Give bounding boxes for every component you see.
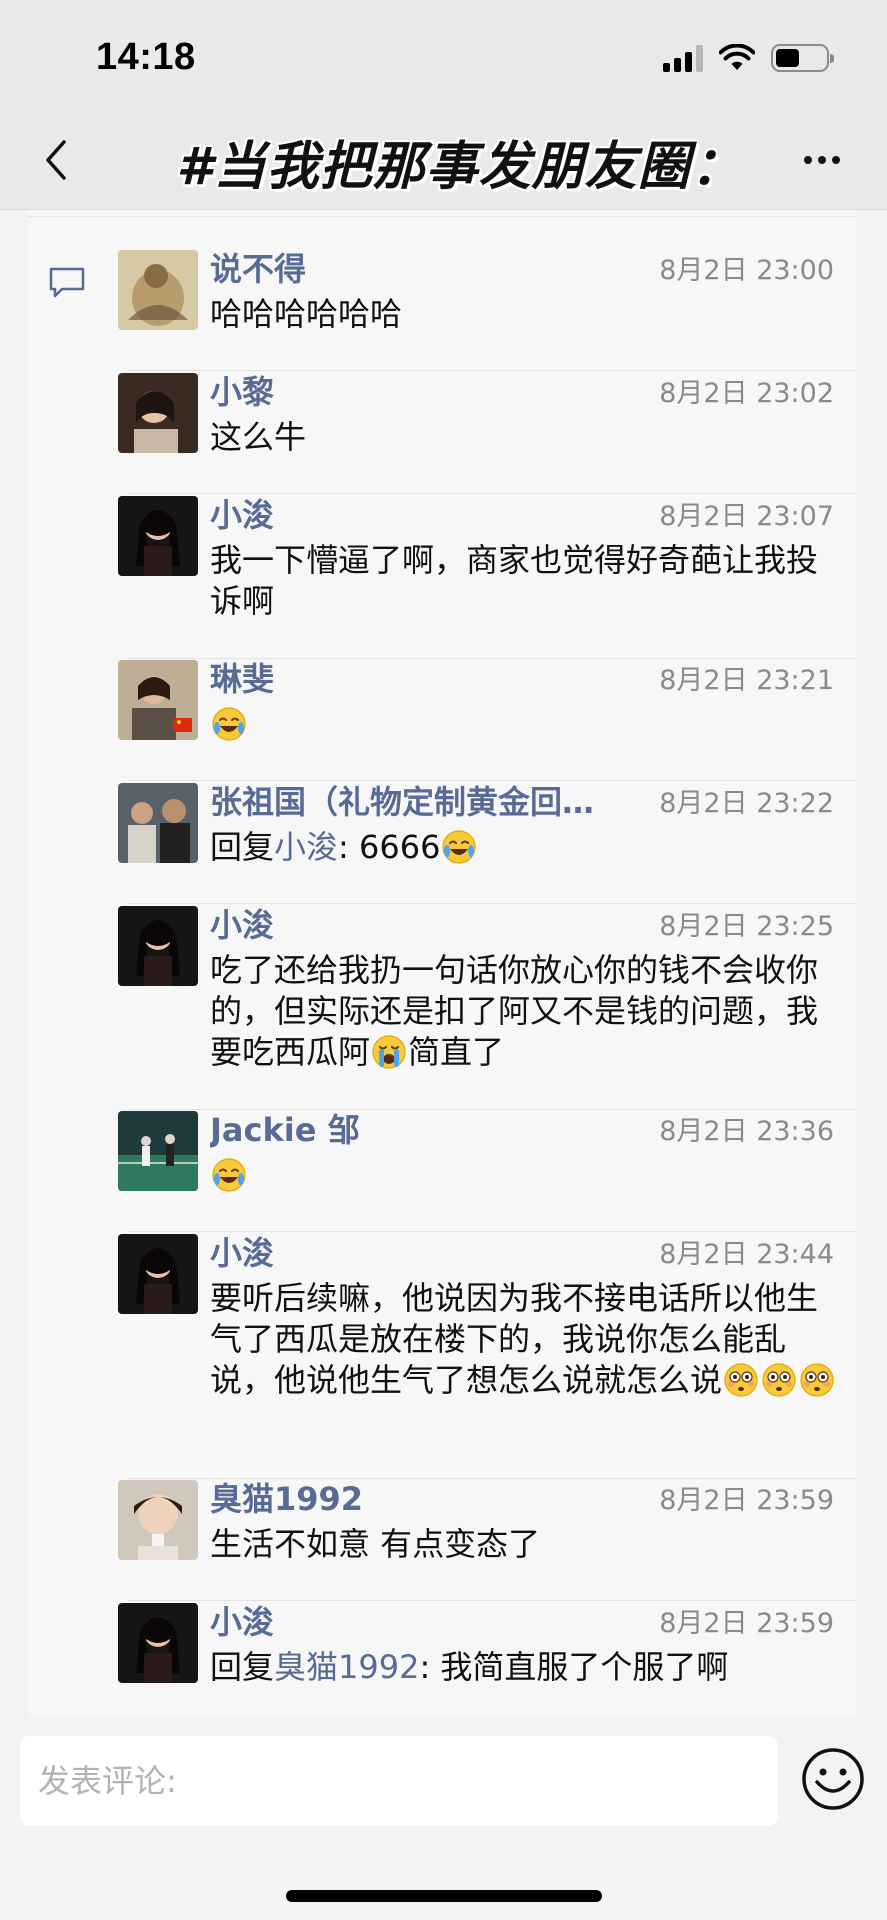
back-button[interactable] bbox=[36, 136, 76, 184]
comment-item[interactable]: 说不得 8月2日 23:00 哈哈哈哈哈哈 bbox=[100, 250, 856, 372]
divider bbox=[28, 216, 856, 217]
reply-target[interactable]: 小浚 bbox=[274, 828, 338, 866]
comment-body: 哈哈哈哈哈哈 bbox=[210, 295, 403, 333]
comment-time: 8月2日 23:21 bbox=[659, 665, 834, 696]
comment-body: 生活不如意 有点变态了 bbox=[210, 1525, 541, 1563]
comment-item[interactable]: 小黎 8月2日 23:02 这么牛 bbox=[100, 373, 856, 495]
comment-author[interactable]: 小浚 bbox=[210, 1228, 274, 1274]
comment-time: 8月2日 23:36 bbox=[659, 1116, 834, 1147]
comment-body: : 6666 bbox=[338, 828, 441, 866]
comment-author[interactable]: 说不得 bbox=[210, 244, 306, 290]
more-button[interactable] bbox=[797, 140, 847, 180]
comment-time: 8月2日 23:00 bbox=[659, 255, 834, 286]
comment-text: 要听后续嘛，他说因为我不接电话所以他生气了西瓜是放在楼下的，我说你怎么能乱说，他… bbox=[210, 1278, 846, 1401]
status-time: 14:18 bbox=[96, 36, 196, 78]
comment-item[interactable]: 琳斐 8月2日 23:21 bbox=[100, 660, 856, 782]
comment-item[interactable]: 张祖国（礼物定制黄金回… 8月2日 23:22 回复小浚: 6666 bbox=[100, 783, 856, 905]
comment-time: 8月2日 23:59 bbox=[659, 1608, 834, 1639]
avatar[interactable] bbox=[118, 906, 198, 986]
comment-text bbox=[210, 1155, 846, 1196]
comment-item[interactable]: Jackie 邹 8月2日 23:36 bbox=[100, 1111, 856, 1233]
comment-input-bar bbox=[0, 1716, 887, 1920]
comment-input[interactable] bbox=[20, 1736, 778, 1826]
comment-time: 8月2日 23:02 bbox=[659, 378, 834, 409]
comment-text: 我一下懵逼了啊，商家也觉得好奇葩让我投诉啊 bbox=[210, 540, 846, 622]
comment-item[interactable]: 小浚 8月2日 23:25 吃了还给我扔一句话你放心你的钱不会收你的，但实际还是… bbox=[100, 906, 856, 1111]
comment-author[interactable]: 臭猫1992 bbox=[210, 1474, 363, 1520]
comment-body: 我一下懵逼了啊，商家也觉得好奇葩让我投诉啊 bbox=[210, 541, 819, 620]
status-icons bbox=[663, 44, 834, 72]
comment-text: 回复小浚: 6666 bbox=[210, 827, 846, 868]
avatar[interactable] bbox=[118, 1111, 198, 1191]
comment-text: 生活不如意 有点变态了 bbox=[210, 1524, 846, 1565]
comment-author[interactable]: 小黎 bbox=[210, 367, 274, 413]
reply-prefix: 回复 bbox=[210, 828, 275, 866]
nav-bar: #当我把那事发朋友圈： bbox=[0, 110, 887, 210]
laugh-cry-emoji bbox=[442, 830, 477, 864]
comment-body: : 我简直服了个服了啊 bbox=[419, 1648, 729, 1686]
comment-time: 8月2日 23:25 bbox=[659, 911, 834, 942]
comment-time: 8月2日 23:22 bbox=[659, 788, 834, 819]
laugh-cry-emoji bbox=[212, 1158, 246, 1192]
emoji-button[interactable] bbox=[800, 1746, 866, 1812]
flushed-emoji bbox=[724, 1363, 758, 1397]
home-indicator[interactable] bbox=[286, 1890, 602, 1902]
reply-target[interactable]: 臭猫1992 bbox=[274, 1648, 419, 1686]
comment-body: 吃了还给我扔一句话你放心你的钱不会收你的，但实际还是扣了阿又不是钱的问题，我要吃… bbox=[210, 951, 819, 1071]
flushed-emoji bbox=[800, 1363, 834, 1397]
comment-text bbox=[210, 704, 846, 745]
comment-author[interactable]: 小浚 bbox=[210, 1597, 274, 1643]
signal-icon bbox=[663, 44, 703, 72]
avatar[interactable] bbox=[118, 1234, 198, 1314]
laugh-cry-emoji bbox=[212, 707, 246, 741]
comment-time: 8月2日 23:44 bbox=[659, 1239, 834, 1270]
comment-body-end: 简直了 bbox=[408, 1033, 505, 1071]
comment-body: 这么牛 bbox=[210, 418, 307, 456]
comment-author[interactable]: Jackie 邹 bbox=[210, 1105, 360, 1151]
comment-text: 哈哈哈哈哈哈 bbox=[210, 294, 846, 335]
battery-icon bbox=[771, 44, 834, 72]
avatar[interactable] bbox=[118, 250, 198, 330]
chevron-left-icon bbox=[46, 140, 66, 180]
avatar[interactable] bbox=[118, 1603, 198, 1683]
reply-prefix: 回复 bbox=[210, 1648, 275, 1686]
status-bar: 14:18 bbox=[0, 0, 887, 110]
comment-author[interactable]: 张祖国（礼物定制黄金回… bbox=[210, 777, 594, 823]
avatar[interactable] bbox=[118, 373, 198, 453]
comment-time: 8月2日 23:59 bbox=[659, 1485, 834, 1516]
comment-author[interactable]: 小浚 bbox=[210, 900, 274, 946]
comment-item[interactable]: 小浚 8月2日 23:07 我一下懵逼了啊，商家也觉得好奇葩让我投诉啊 bbox=[100, 496, 856, 660]
wifi-icon bbox=[719, 44, 755, 70]
comment-text: 这么牛 bbox=[210, 417, 846, 458]
comment-author[interactable]: 小浚 bbox=[210, 490, 274, 536]
avatar[interactable] bbox=[118, 1480, 198, 1560]
comment-text: 回复臭猫1992: 我简直服了个服了啊 bbox=[210, 1647, 846, 1688]
avatar[interactable] bbox=[118, 496, 198, 576]
avatar[interactable] bbox=[118, 783, 198, 863]
flushed-emoji bbox=[762, 1363, 796, 1397]
comments-panel: 说不得 8月2日 23:00 哈哈哈哈哈哈 小黎 8月2日 23:02 这么牛 … bbox=[28, 210, 856, 1716]
page-title: #当我把那事发朋友圈： bbox=[176, 137, 744, 197]
comment-text: 吃了还给我扔一句话你放心你的钱不会收你的，但实际还是扣了阿又不是钱的问题，我要吃… bbox=[210, 950, 846, 1073]
smiley-icon bbox=[802, 1748, 864, 1810]
more-dots-icon bbox=[804, 156, 812, 164]
crying-emoji bbox=[372, 1035, 406, 1069]
comment-bubble-icon bbox=[49, 267, 85, 298]
comment-item[interactable]: 臭猫1992 8月2日 23:59 生活不如意 有点变态了 bbox=[100, 1480, 856, 1602]
comment-item[interactable]: 小浚 8月2日 23:44 要听后续嘛，他说因为我不接电话所以他生气了西瓜是放在… bbox=[100, 1234, 856, 1480]
comment-author[interactable]: 琳斐 bbox=[210, 654, 274, 700]
comment-item[interactable]: 小浚 8月2日 23:59 回复臭猫1992: 我简直服了个服了啊 bbox=[100, 1603, 856, 1716]
comment-time: 8月2日 23:07 bbox=[659, 501, 834, 532]
avatar[interactable] bbox=[118, 660, 198, 740]
